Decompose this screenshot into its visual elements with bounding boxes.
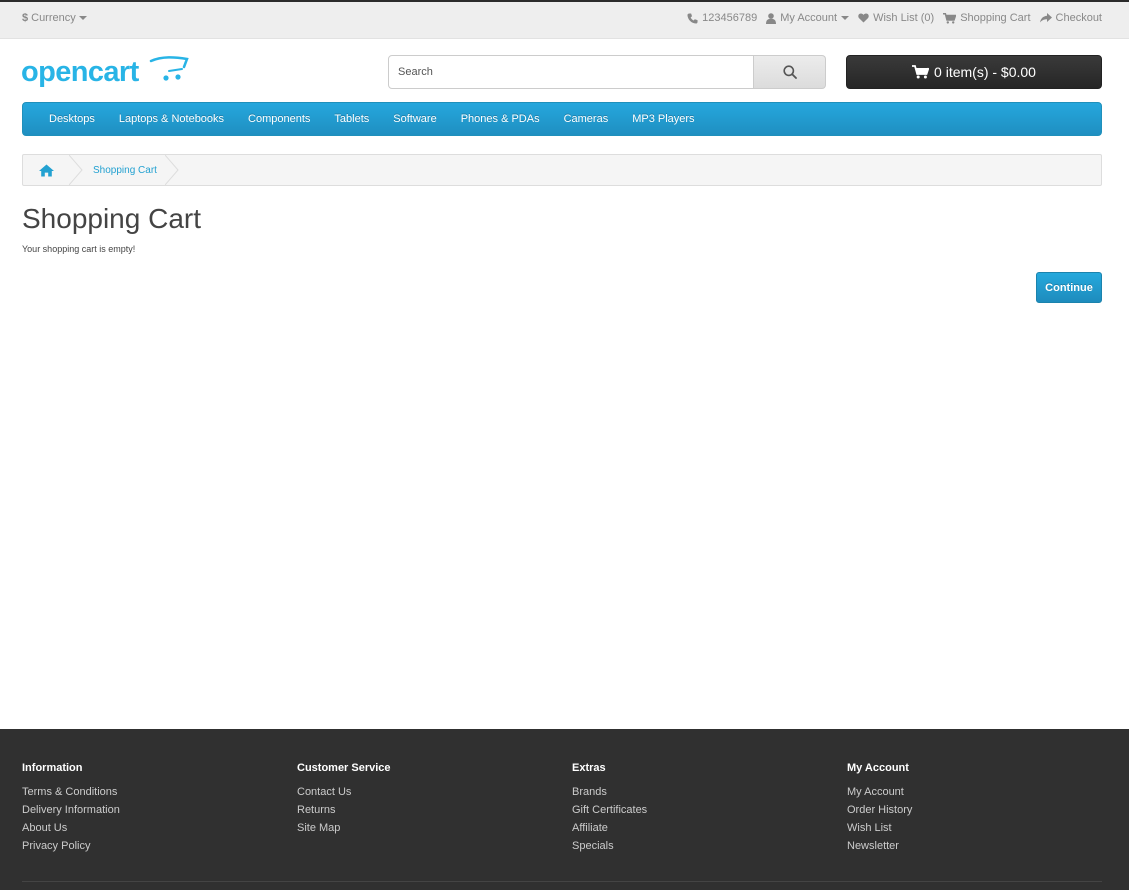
footer-link-contact[interactable]: Contact Us: [297, 783, 391, 801]
menu-item-mp3-players[interactable]: MP3 Players: [620, 113, 706, 125]
footer-link-returns[interactable]: Returns: [297, 801, 391, 819]
breadcrumb-separator: [69, 155, 83, 185]
share-icon: [1039, 13, 1052, 23]
shopping-cart-label: Shopping Cart: [960, 12, 1031, 24]
page-title: Shopping Cart: [22, 203, 202, 234]
menu-item-desktops[interactable]: Desktops: [37, 113, 107, 125]
cart-summary-text: 0 item(s) - $0.00: [934, 64, 1036, 80]
footer-link-my-account[interactable]: My Account: [847, 783, 912, 801]
top-bar: $ Currency 123456789 My Account Wish Lis…: [0, 0, 1129, 39]
menu-item-components[interactable]: Components: [236, 113, 322, 125]
footer-divider: [22, 881, 1102, 882]
footer-link-sitemap[interactable]: Site Map: [297, 819, 391, 837]
home-icon: [38, 164, 54, 176]
search-input[interactable]: [388, 55, 755, 89]
cart-icon: [943, 12, 957, 24]
menu-item-laptops-notebooks[interactable]: Laptops & Notebooks: [107, 113, 236, 125]
footer-link-brands[interactable]: Brands: [572, 783, 647, 801]
currency-label: Currency: [31, 12, 76, 24]
breadcrumb-separator: [164, 155, 179, 185]
footer-link-delivery[interactable]: Delivery Information: [22, 801, 120, 819]
my-account-dropdown[interactable]: My Account: [766, 12, 850, 24]
footer-link-terms[interactable]: Terms & Conditions: [22, 783, 120, 801]
footer-heading-information: Information: [22, 762, 83, 774]
heart-icon: [858, 13, 869, 23]
footer-information: Information Terms & Conditions Delivery …: [22, 762, 120, 855]
footer: Information Terms & Conditions Delivery …: [0, 729, 1129, 890]
footer-heading-customer-service: Customer Service: [297, 762, 391, 774]
menu-item-software[interactable]: Software: [381, 113, 448, 125]
footer-link-order-history[interactable]: Order History: [847, 801, 912, 819]
footer-link-privacy[interactable]: Privacy Policy: [22, 837, 120, 855]
wish-list-label: Wish List (0): [873, 12, 935, 24]
caret-down-icon: [841, 16, 850, 20]
footer-link-affiliate[interactable]: Affiliate: [572, 819, 647, 837]
footer-heading-extras: Extras: [572, 762, 606, 774]
currency-dropdown[interactable]: $ Currency: [22, 12, 87, 24]
footer-my-account: My Account My Account Order History Wish…: [847, 762, 912, 855]
empty-cart-message: Your shopping cart is empty!: [22, 244, 136, 254]
menu-item-tablets[interactable]: Tablets: [322, 113, 381, 125]
my-account-label: My Account: [780, 12, 838, 24]
checkout-label: Checkout: [1055, 12, 1102, 24]
menu-item-cameras[interactable]: Cameras: [552, 113, 621, 125]
menu-item-phones-pdas[interactable]: Phones & PDAs: [449, 113, 552, 125]
search-icon: [782, 65, 797, 79]
category-menu: Desktops Laptops & Notebooks Components …: [22, 102, 1102, 136]
continue-button[interactable]: Continue: [1036, 272, 1102, 303]
footer-heading-my-account: My Account: [847, 762, 909, 774]
shopping-cart-link[interactable]: Shopping Cart: [943, 12, 1031, 24]
user-icon: [766, 12, 777, 24]
currency-symbol: $: [22, 12, 29, 24]
search-bar: [388, 55, 826, 89]
search-button[interactable]: [754, 55, 826, 89]
opencart-logo[interactable]: opencart: [21, 54, 189, 90]
checkout-link[interactable]: Checkout: [1039, 12, 1102, 24]
breadcrumb: Shopping Cart: [22, 154, 1102, 186]
phone-number: 123456789: [702, 12, 758, 24]
footer-link-wish-list[interactable]: Wish List: [847, 819, 912, 837]
footer-link-specials[interactable]: Specials: [572, 837, 647, 855]
wish-list-link[interactable]: Wish List (0): [858, 12, 934, 24]
phone-icon: [687, 12, 698, 24]
logo-text: opencart: [21, 56, 140, 88]
footer-customer-service: Customer Service Contact Us Returns Site…: [297, 762, 391, 837]
footer-link-about[interactable]: About Us: [22, 819, 120, 837]
footer-link-gift-certificates[interactable]: Gift Certificates: [572, 801, 647, 819]
footer-link-newsletter[interactable]: Newsletter: [847, 837, 912, 855]
caret-down-icon: [78, 16, 87, 20]
footer-extras: Extras Brands Gift Certificates Affiliat…: [572, 762, 647, 855]
breadcrumb-home[interactable]: [23, 155, 69, 185]
breadcrumb-shopping-cart[interactable]: Shopping Cart: [83, 165, 165, 176]
cart-icon: [912, 65, 930, 79]
phone-link[interactable]: 123456789: [687, 12, 757, 24]
cart-summary-button[interactable]: 0 item(s) - $0.00: [846, 55, 1102, 89]
